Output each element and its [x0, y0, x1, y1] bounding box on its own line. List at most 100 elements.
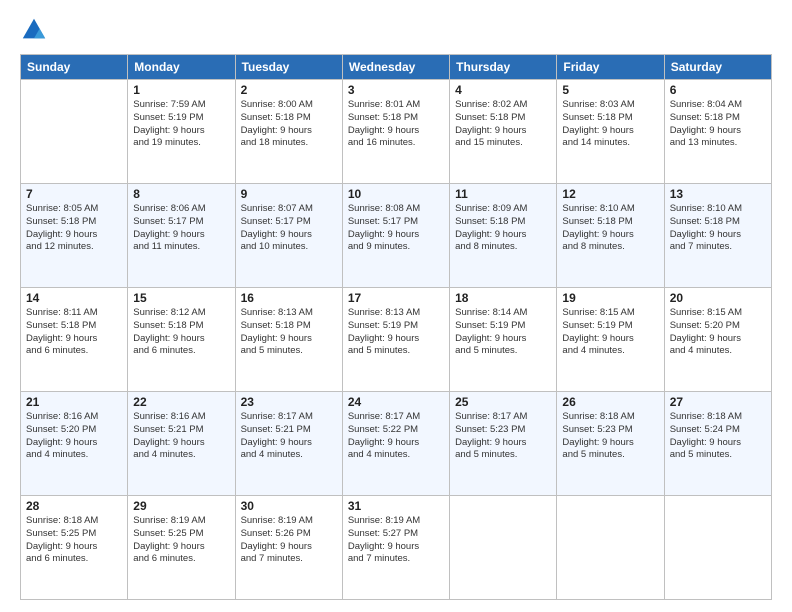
calendar-cell: 4 Sunrise: 8:02 AM Sunset: 5:18 PM Daylig… [450, 80, 557, 184]
calendar-cell [557, 496, 664, 600]
day-info: Sunrise: 7:59 AM Sunset: 5:19 PM Dayligh… [133, 99, 229, 150]
day-info: Sunrise: 8:17 AM Sunset: 5:23 PM Dayligh… [455, 411, 551, 462]
calendar-cell [450, 496, 557, 600]
logo-icon [20, 16, 48, 44]
week-row-5: 28 Sunrise: 8:18 AM Sunset: 5:25 PM Dayli… [21, 496, 772, 600]
week-row-2: 7 Sunrise: 8:05 AM Sunset: 5:18 PM Daylig… [21, 184, 772, 288]
calendar-cell: 29 Sunrise: 8:19 AM Sunset: 5:25 PM Dayli… [128, 496, 235, 600]
calendar-cell: 11 Sunrise: 8:09 AM Sunset: 5:18 PM Dayli… [450, 184, 557, 288]
day-number: 3 [348, 83, 444, 97]
day-info: Sunrise: 8:19 AM Sunset: 5:27 PM Dayligh… [348, 515, 444, 566]
day-info: Sunrise: 8:06 AM Sunset: 5:17 PM Dayligh… [133, 203, 229, 254]
calendar-cell: 20 Sunrise: 8:15 AM Sunset: 5:20 PM Dayli… [664, 288, 771, 392]
day-info: Sunrise: 8:02 AM Sunset: 5:18 PM Dayligh… [455, 99, 551, 150]
day-number: 5 [562, 83, 658, 97]
day-number: 29 [133, 499, 229, 513]
day-info: Sunrise: 8:17 AM Sunset: 5:22 PM Dayligh… [348, 411, 444, 462]
day-info: Sunrise: 8:07 AM Sunset: 5:17 PM Dayligh… [241, 203, 337, 254]
week-row-1: 1 Sunrise: 7:59 AM Sunset: 5:19 PM Daylig… [21, 80, 772, 184]
day-info: Sunrise: 8:13 AM Sunset: 5:18 PM Dayligh… [241, 307, 337, 358]
calendar-cell: 8 Sunrise: 8:06 AM Sunset: 5:17 PM Daylig… [128, 184, 235, 288]
header [20, 16, 772, 44]
day-info: Sunrise: 8:18 AM Sunset: 5:25 PM Dayligh… [26, 515, 122, 566]
day-info: Sunrise: 8:15 AM Sunset: 5:20 PM Dayligh… [670, 307, 766, 358]
calendar-cell: 17Sunrise: 8:13 AM Sunset: 5:19 PM Dayli… [342, 288, 449, 392]
calendar-cell: 22 Sunrise: 8:16 AM Sunset: 5:21 PM Dayli… [128, 392, 235, 496]
day-info: Sunrise: 8:18 AM Sunset: 5:23 PM Dayligh… [562, 411, 658, 462]
calendar-cell: 23Sunrise: 8:17 AM Sunset: 5:21 PM Dayli… [235, 392, 342, 496]
day-info: Sunrise: 8:00 AM Sunset: 5:18 PM Dayligh… [241, 99, 337, 150]
calendar-table: SundayMondayTuesdayWednesdayThursdayFrid… [20, 54, 772, 600]
calendar-cell: 15 Sunrise: 8:12 AM Sunset: 5:18 PM Dayli… [128, 288, 235, 392]
weekday-monday: Monday [128, 55, 235, 80]
day-number: 27 [670, 395, 766, 409]
day-number: 20 [670, 291, 766, 305]
day-number: 28 [26, 499, 122, 513]
day-number: 13 [670, 187, 766, 201]
day-info: Sunrise: 8:09 AM Sunset: 5:18 PM Dayligh… [455, 203, 551, 254]
weekday-header-row: SundayMondayTuesdayWednesdayThursdayFrid… [21, 55, 772, 80]
calendar-cell: 12Sunrise: 8:10 AM Sunset: 5:18 PM Dayli… [557, 184, 664, 288]
day-number: 8 [133, 187, 229, 201]
calendar-cell: 21Sunrise: 8:16 AM Sunset: 5:20 PM Dayli… [21, 392, 128, 496]
calendar-cell: 13 Sunrise: 8:10 AM Sunset: 5:18 PM Dayli… [664, 184, 771, 288]
day-info: Sunrise: 8:13 AM Sunset: 5:19 PM Dayligh… [348, 307, 444, 358]
day-info: Sunrise: 8:19 AM Sunset: 5:26 PM Dayligh… [241, 515, 337, 566]
day-info: Sunrise: 8:14 AM Sunset: 5:19 PM Dayligh… [455, 307, 551, 358]
day-number: 10 [348, 187, 444, 201]
week-row-4: 21Sunrise: 8:16 AM Sunset: 5:20 PM Dayli… [21, 392, 772, 496]
day-number: 11 [455, 187, 551, 201]
calendar-cell [664, 496, 771, 600]
day-info: Sunrise: 8:16 AM Sunset: 5:20 PM Dayligh… [26, 411, 122, 462]
day-info: Sunrise: 8:04 AM Sunset: 5:18 PM Dayligh… [670, 99, 766, 150]
calendar-cell: 3 Sunrise: 8:01 AM Sunset: 5:18 PM Daylig… [342, 80, 449, 184]
calendar-cell [21, 80, 128, 184]
weekday-saturday: Saturday [664, 55, 771, 80]
day-info: Sunrise: 8:11 AM Sunset: 5:18 PM Dayligh… [26, 307, 122, 358]
day-number: 19 [562, 291, 658, 305]
logo [20, 16, 50, 44]
day-info: Sunrise: 8:08 AM Sunset: 5:17 PM Dayligh… [348, 203, 444, 254]
calendar-cell: 2Sunrise: 8:00 AM Sunset: 5:18 PM Daylig… [235, 80, 342, 184]
calendar-cell: 14 Sunrise: 8:11 AM Sunset: 5:18 PM Dayli… [21, 288, 128, 392]
calendar-cell: 5 Sunrise: 8:03 AM Sunset: 5:18 PM Daylig… [557, 80, 664, 184]
weekday-wednesday: Wednesday [342, 55, 449, 80]
day-number: 4 [455, 83, 551, 97]
day-number: 6 [670, 83, 766, 97]
day-number: 1 [133, 83, 229, 97]
day-info: Sunrise: 8:19 AM Sunset: 5:25 PM Dayligh… [133, 515, 229, 566]
calendar-cell: 30 Sunrise: 8:19 AM Sunset: 5:26 PM Dayli… [235, 496, 342, 600]
page: SundayMondayTuesdayWednesdayThursdayFrid… [0, 0, 792, 612]
calendar-cell: 1 Sunrise: 7:59 AM Sunset: 5:19 PM Daylig… [128, 80, 235, 184]
calendar-cell: 7 Sunrise: 8:05 AM Sunset: 5:18 PM Daylig… [21, 184, 128, 288]
calendar-cell: 28 Sunrise: 8:18 AM Sunset: 5:25 PM Dayli… [21, 496, 128, 600]
day-number: 14 [26, 291, 122, 305]
day-info: Sunrise: 8:18 AM Sunset: 5:24 PM Dayligh… [670, 411, 766, 462]
calendar-cell: 24Sunrise: 8:17 AM Sunset: 5:22 PM Dayli… [342, 392, 449, 496]
week-row-3: 14 Sunrise: 8:11 AM Sunset: 5:18 PM Dayli… [21, 288, 772, 392]
day-number: 30 [241, 499, 337, 513]
calendar-cell: 25 Sunrise: 8:17 AM Sunset: 5:23 PM Dayli… [450, 392, 557, 496]
day-number: 18 [455, 291, 551, 305]
day-info: Sunrise: 8:05 AM Sunset: 5:18 PM Dayligh… [26, 203, 122, 254]
day-info: Sunrise: 8:15 AM Sunset: 5:19 PM Dayligh… [562, 307, 658, 358]
day-info: Sunrise: 8:03 AM Sunset: 5:18 PM Dayligh… [562, 99, 658, 150]
day-info: Sunrise: 8:01 AM Sunset: 5:18 PM Dayligh… [348, 99, 444, 150]
day-number: 15 [133, 291, 229, 305]
day-info: Sunrise: 8:10 AM Sunset: 5:18 PM Dayligh… [670, 203, 766, 254]
day-number: 26 [562, 395, 658, 409]
day-number: 31 [348, 499, 444, 513]
day-number: 22 [133, 395, 229, 409]
calendar-cell: 18 Sunrise: 8:14 AM Sunset: 5:19 PM Dayli… [450, 288, 557, 392]
day-number: 9 [241, 187, 337, 201]
day-info: Sunrise: 8:16 AM Sunset: 5:21 PM Dayligh… [133, 411, 229, 462]
day-number: 25 [455, 395, 551, 409]
day-info: Sunrise: 8:12 AM Sunset: 5:18 PM Dayligh… [133, 307, 229, 358]
day-number: 7 [26, 187, 122, 201]
day-number: 12 [562, 187, 658, 201]
calendar-cell: 31 Sunrise: 8:19 AM Sunset: 5:27 PM Dayli… [342, 496, 449, 600]
weekday-thursday: Thursday [450, 55, 557, 80]
calendar-cell: 6 Sunrise: 8:04 AM Sunset: 5:18 PM Daylig… [664, 80, 771, 184]
calendar-cell: 19 Sunrise: 8:15 AM Sunset: 5:19 PM Dayli… [557, 288, 664, 392]
day-info: Sunrise: 8:17 AM Sunset: 5:21 PM Dayligh… [241, 411, 337, 462]
